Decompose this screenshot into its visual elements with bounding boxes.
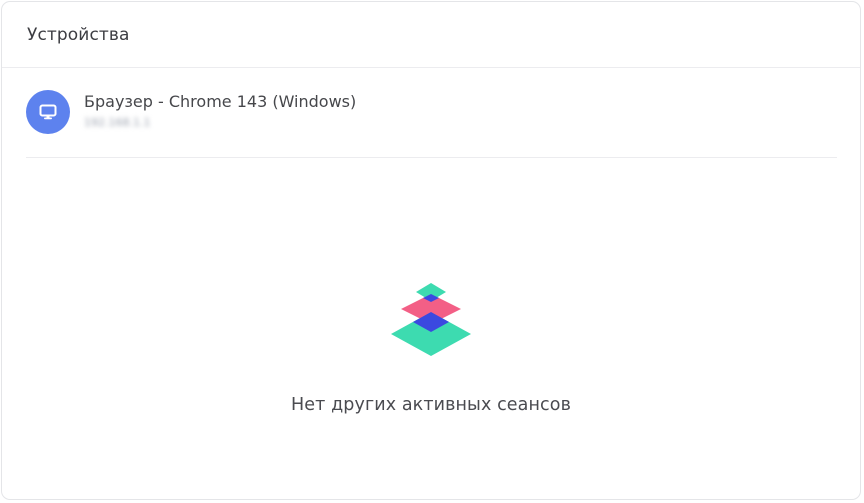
device-avatar (26, 90, 70, 134)
panel-header: Устройства (2, 2, 860, 68)
empty-state: Нет других активных сеансов (2, 282, 860, 415)
device-ip: 192.168.1.1 (84, 116, 151, 129)
panel-title: Устройства (27, 24, 130, 45)
device-row: Браузер - Chrome 143 (Windows) 192.168.1… (26, 68, 837, 158)
devices-panel: Устройства Браузер - Chrome 143 (Windows… (1, 1, 861, 500)
empty-state-message: Нет других активных сеансов (291, 395, 571, 415)
monitor-icon (39, 104, 57, 120)
device-info: Браузер - Chrome 143 (Windows) 192.168.1… (84, 92, 357, 129)
device-name: Браузер - Chrome 143 (Windows) (84, 92, 357, 111)
layers-icon (389, 282, 473, 362)
